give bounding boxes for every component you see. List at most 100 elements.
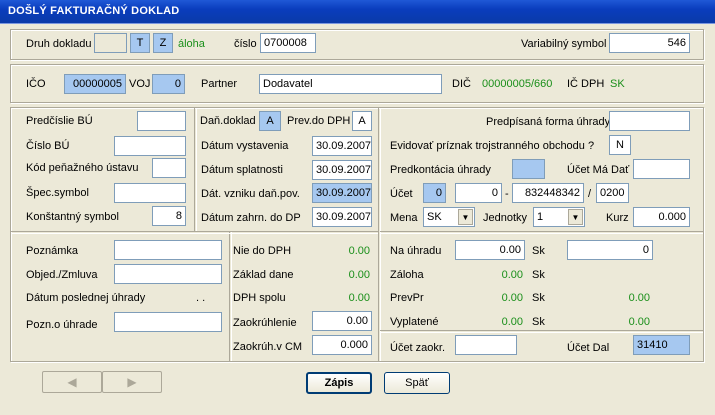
pozn-o-uhrade-label: Pozn.o úhrade (26, 319, 98, 331)
kurz-field[interactable]: 0.000 (633, 207, 690, 227)
datum-splatnosti-field[interactable]: 30.09.2007 (312, 160, 372, 180)
next-record-button[interactable]: ▶ (102, 371, 162, 393)
predkontacia-label: Predkontácia úhrady (390, 164, 491, 176)
ucet-label: Účet (390, 188, 413, 200)
dph-spolu-value: 0.00 (348, 292, 370, 304)
druh-dokladu-field[interactable] (94, 33, 127, 53)
pozn-o-uhrade-field[interactable] (114, 312, 222, 332)
ucet-dash: - (505, 188, 509, 200)
spec-symbol-label: Špec.symbol (26, 187, 89, 199)
predcislie-bu-field[interactable] (137, 111, 186, 131)
posledna-uhrada-label: Dátum poslednej úhrady (26, 292, 146, 304)
divider-notes-vat (229, 232, 231, 361)
variabilny-symbol-field[interactable]: 546 (609, 33, 690, 53)
zaklad-dane-label: Základ dane (233, 269, 294, 281)
prevpr-currency: Sk (532, 292, 545, 304)
poznamka-field[interactable] (114, 240, 222, 260)
ucet-zaokr-field[interactable] (455, 335, 517, 355)
type-z-field[interactable]: Z (153, 33, 173, 53)
trojstranny-obchod-field[interactable]: N (609, 135, 631, 155)
mena-label: Mena (390, 212, 418, 224)
arrow-left-icon: ◀ (67, 375, 77, 389)
divider-upper-lower-right (380, 231, 703, 233)
predkontacia-field[interactable] (512, 159, 545, 179)
ucet-number-field[interactable]: 832448342 (512, 183, 584, 203)
na-uhradu-foreign-field[interactable]: 0 (567, 240, 653, 260)
objed-zmluva-field[interactable] (114, 264, 222, 284)
variabilny-symbol-label: Variabilný symbol (521, 38, 607, 50)
dan-doklad-field[interactable]: A (259, 111, 281, 131)
predcislie-bu-label: Predčíslie BÚ (26, 115, 93, 127)
ucet-ma-dat-field[interactable] (633, 159, 690, 179)
divider-bank-dates (194, 108, 196, 231)
divider-dates-payment (378, 108, 380, 361)
dic-label: DIČ (452, 78, 471, 90)
jednotky-select-value: 1 (537, 211, 544, 223)
nie-do-dph-label: Nie do DPH (233, 245, 292, 257)
ic-dph-label: IČ DPH (567, 78, 605, 90)
partner-label: Partner (201, 78, 238, 90)
predpisana-forma-field[interactable] (609, 111, 690, 131)
zapis-button-label: Zápis (324, 377, 354, 389)
na-uhradu-currency: Sk (532, 245, 545, 257)
prevpr-foreign-value: 0.00 (628, 292, 650, 304)
ucet-prefix-field[interactable]: 0 (423, 183, 446, 203)
zaokruh-cm-field[interactable]: 0.000 (312, 335, 372, 355)
prevpr-value: 0.00 (501, 292, 523, 304)
dic-value: 00000005/660 (482, 78, 553, 90)
ico-field[interactable]: 00000005 (64, 74, 126, 94)
datum-zahrn-label: Dátum zahrn. do DP (201, 212, 301, 224)
ucet-predcislie-field[interactable]: 0 (455, 183, 502, 203)
spec-symbol-field[interactable] (114, 183, 186, 203)
ucet-dal-label: Účet Dal (567, 342, 610, 354)
datum-vystavenia-label: Dátum vystavenia (201, 140, 289, 152)
zapis-button[interactable]: Zápis (306, 372, 372, 394)
divider-totals-accounts (380, 330, 703, 332)
datum-vzniku-label: Dát. vzniku daň.pov. (201, 188, 300, 200)
type-t-field[interactable]: T (130, 33, 150, 53)
druh-dokladu-label: Druh dokladu (26, 38, 92, 50)
datum-vystavenia-field[interactable]: 30.09.2007 (312, 136, 372, 156)
cislo-label: číslo (234, 38, 257, 50)
konstantny-symbol-field[interactable]: 8 (152, 206, 186, 226)
arrow-right-icon: ▶ (127, 375, 137, 389)
kurz-label: Kurz (606, 212, 629, 224)
zaloha-value: 0.00 (501, 269, 523, 281)
cislo-field[interactable]: 0700008 (260, 33, 316, 53)
trojstranny-obchod-label: Evidovať príznak trojstranného obchodu ? (390, 140, 595, 152)
zaokruhlenie-field[interactable]: 0.00 (312, 311, 372, 331)
mena-select[interactable]: SK ▼ (423, 207, 475, 227)
dan-doklad-label: Daň.doklad (200, 115, 256, 127)
ucet-zaokr-label: Účet zaokr. (390, 342, 446, 354)
posledna-uhrada-value: . . (196, 292, 206, 304)
zaloha-currency: Sk (532, 269, 545, 281)
dph-spolu-label: DPH spolu (233, 292, 286, 304)
voj-field[interactable]: 0 (152, 74, 185, 94)
na-uhradu-label: Na úhradu (390, 245, 442, 257)
ic-dph-value: SK (610, 78, 625, 90)
chevron-down-icon[interactable]: ▼ (568, 209, 583, 225)
kod-penazneho-ustavu-field[interactable] (152, 158, 186, 178)
chevron-down-icon[interactable]: ▼ (458, 209, 473, 225)
ucet-bank-code-field[interactable]: 0200 (596, 183, 629, 203)
ico-label: IČO (26, 78, 46, 90)
zaklad-dane-value: 0.00 (348, 269, 370, 281)
vyplatene-currency: Sk (532, 316, 545, 328)
vyplatene-foreign-value: 0.00 (628, 316, 650, 328)
cislo-bu-label: Číslo BÚ (26, 140, 70, 152)
spat-button[interactable]: Späť (384, 372, 450, 394)
jednotky-select[interactable]: 1 ▼ (533, 207, 585, 227)
datum-splatnosti-label: Dátum splatnosti (201, 164, 283, 176)
datum-zahrn-field[interactable]: 30.09.2007 (312, 207, 372, 227)
prev-do-dph-field[interactable]: A (352, 111, 372, 131)
na-uhradu-field[interactable]: 0.00 (455, 240, 525, 260)
ucet-dal-field[interactable]: 31410 (633, 335, 690, 355)
cislo-bu-field[interactable] (114, 136, 186, 156)
zaloha-type-label: áloha (178, 38, 205, 50)
prevpr-label: PrevPr (390, 292, 424, 304)
partner-field[interactable]: Dodavatel (259, 74, 442, 94)
datum-vzniku-field[interactable]: 30.09.2007 (312, 183, 372, 203)
previous-record-button[interactable]: ◀ (42, 371, 102, 393)
poznamka-label: Poznámka (26, 245, 78, 257)
zaokruhlenie-label: Zaokrúhlenie (233, 317, 297, 329)
